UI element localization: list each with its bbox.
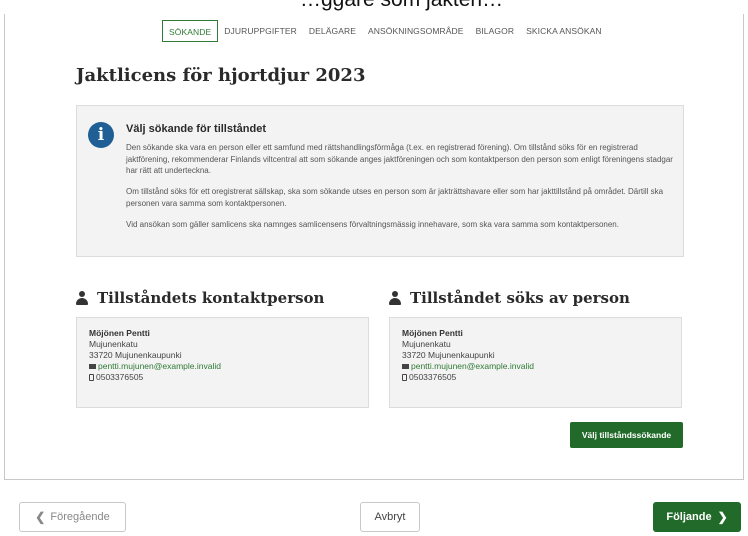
applicant-section-title: Tillståndet söks av person [389, 289, 630, 307]
info-heading: Välj sökande för tillståndet [126, 123, 266, 135]
person-postal: 33720 Mujunenkaupunki [89, 350, 182, 360]
applicant-section-label: Tillståndet söks av person [410, 289, 630, 307]
person-postal: 33720 Mujunenkaupunki [402, 350, 495, 360]
wizard-steps: SÖKANDE DJURUPPGIFTER DELÄGARE ANSÖKNING… [162, 20, 608, 42]
info-paragraph: Den sökande ska vara en person eller ett… [126, 143, 673, 175]
info-paragraph: Vid ansökan som gäller samlicens ska nam… [126, 220, 619, 229]
person-email[interactable]: pentti.mujunen@example.invalid [411, 361, 534, 372]
step-delagare[interactable]: DELÄGARE [303, 20, 362, 42]
person-email-row: pentti.mujunen@example.invalid [402, 361, 669, 372]
step-bilagor[interactable]: BILAGOR [470, 20, 521, 42]
person-email[interactable]: pentti.mujunen@example.invalid [98, 361, 221, 372]
page-title: Jaktlicens för hjortdjur 2023 [76, 65, 366, 86]
person-phone: 0503376505 [409, 372, 457, 382]
chevron-right-icon: ❯ [717, 510, 728, 524]
user-icon [76, 291, 88, 305]
envelope-icon [402, 364, 409, 369]
choose-applicant-button[interactable]: Välj tillståndssökande [570, 422, 683, 448]
contact-section-label: Tillståndets kontaktperson [97, 289, 325, 307]
phone-icon [89, 374, 94, 381]
phone-icon [402, 374, 407, 381]
person-street: Mujunenkatu [89, 339, 138, 349]
applicant-person-card: Möjönen Pentti Mujunenkatu 33720 Mujunen… [389, 317, 682, 408]
person-street: Mujunenkatu [402, 339, 451, 349]
top-cropped-text: …ggare som jakten… [0, 0, 748, 14]
step-ansokningsomrade[interactable]: ANSÖKNINGSOMRÅDE [362, 20, 470, 42]
next-label: Följande [666, 511, 712, 523]
person-name: Möjönen Pentti [402, 328, 463, 338]
step-sokande[interactable]: SÖKANDE [162, 20, 219, 42]
cancel-button[interactable]: Avbryt [360, 502, 420, 532]
info-icon: i [88, 122, 114, 148]
person-phone-row: 0503376505 [402, 372, 669, 383]
envelope-icon [89, 364, 96, 369]
next-button[interactable]: Följande ❯ [653, 502, 741, 532]
person-phone-row: 0503376505 [89, 372, 356, 383]
person-email-row: pentti.mujunen@example.invalid [89, 361, 356, 372]
user-icon [389, 291, 401, 305]
chevron-left-icon: ❮ [35, 510, 46, 524]
info-box: i Välj sökande för tillståndet Den sökan… [76, 105, 684, 257]
info-paragraph: Om tillstånd söks för ett oregistrerat s… [126, 187, 664, 208]
contact-person-card: Möjönen Pentti Mujunenkatu 33720 Mujunen… [76, 317, 369, 408]
previous-label: Föregående [50, 511, 110, 523]
step-djuruppgifter[interactable]: DJURUPPGIFTER [218, 20, 303, 42]
contact-section-title: Tillståndets kontaktperson [76, 289, 324, 307]
person-name: Möjönen Pentti [89, 328, 150, 338]
previous-button[interactable]: ❮ Föregående [19, 502, 126, 532]
step-skicka-ansokan[interactable]: SKICKA ANSÖKAN [520, 20, 608, 42]
person-phone: 0503376505 [96, 372, 144, 382]
cropped-heading-fragment: …ggare som jakten… [300, 0, 503, 12]
